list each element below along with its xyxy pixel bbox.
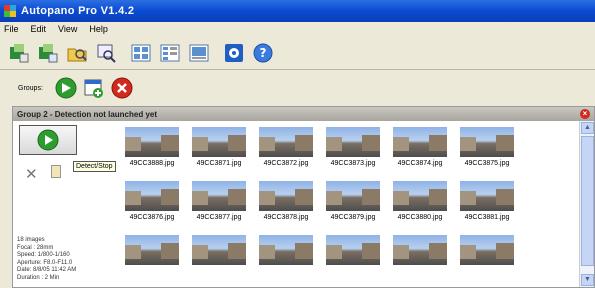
scroll-up-icon[interactable]: ▲ <box>581 122 594 134</box>
thumbnail-item[interactable]: 49CC3880.jpg <box>387 181 453 221</box>
thumbnail-item[interactable] <box>320 235 386 265</box>
info-speed: Speed: 1/800-1/160 <box>17 252 70 258</box>
scroll-thumb[interactable] <box>581 136 594 266</box>
thumbnail-image <box>192 235 246 265</box>
document-icon[interactable] <box>51 165 61 178</box>
thumbnail-item[interactable]: 49CC3872.jpg <box>253 127 319 167</box>
thumbnail-image <box>460 127 514 157</box>
scroll-down-icon[interactable]: ▼ <box>581 274 594 286</box>
open-project-icon[interactable] <box>6 40 32 66</box>
thumbnail-caption: 49CC3888.jpg <box>129 160 175 167</box>
thumbnail-image <box>393 235 447 265</box>
thumbnail-caption: 49CC3880.jpg <box>397 214 443 221</box>
thumbnail-item[interactable]: 49CC3874.jpg <box>387 127 453 167</box>
thumbnail-item[interactable]: 49CC3871.jpg <box>186 127 252 167</box>
thumbnail-item[interactable]: 49CC3879.jpg <box>320 181 386 221</box>
thumbnail-caption: 49CC3877.jpg <box>196 214 242 221</box>
thumbnail-caption: 49CC3876.jpg <box>129 214 175 221</box>
view-icons-icon[interactable] <box>186 40 212 66</box>
info-aperture: Aperture: F8.0-F11.0 <box>17 259 73 266</box>
group-sidebar: ✕ Detect/Stop 18 images Focal : 28mm Spe… <box>13 121 116 287</box>
add-group-button[interactable] <box>83 77 105 99</box>
thumbnail-item[interactable]: 49CC3878.jpg <box>253 181 319 221</box>
thumbnail-image <box>393 181 447 211</box>
thumbnail-item[interactable]: 49CC3875.jpg <box>454 127 520 167</box>
thumbnail-item[interactable] <box>387 235 453 265</box>
thumbnail-caption: 49CC3879.jpg <box>330 214 376 221</box>
menu-help[interactable]: Help <box>89 24 108 34</box>
help-icon[interactable]: ? <box>250 40 276 66</box>
thumbnail-image <box>259 181 313 211</box>
thumbnail-image <box>125 181 179 211</box>
thumbnail-item[interactable] <box>253 235 319 265</box>
settings-icon[interactable] <box>221 40 247 66</box>
thumbnail-image <box>125 127 179 157</box>
thumbnail-item[interactable] <box>186 235 252 265</box>
info-date: Date: 8/8/05 11:42 AM <box>17 267 77 273</box>
vertical-scrollbar[interactable]: ▲ ▼ <box>579 121 594 287</box>
thumbnail-image <box>326 235 380 265</box>
thumbnail-item[interactable]: 49CC3873.jpg <box>320 127 386 167</box>
thumbnail-image <box>259 127 313 157</box>
menu-view[interactable]: View <box>58 24 77 34</box>
thumbnail-item[interactable]: 49CC3877.jpg <box>186 181 252 221</box>
group-panel: Group 2 - Detection not launched yet × ✕… <box>12 106 595 288</box>
thumbnail-caption: 49CC3881.jpg <box>464 214 510 221</box>
group-title: Group 2 - Detection not launched yet <box>17 109 158 119</box>
thumbnail-item[interactable] <box>454 235 520 265</box>
play-icon <box>37 129 59 151</box>
thumbnail-caption: 49CC3875.jpg <box>464 160 510 167</box>
new-project-icon[interactable] <box>35 40 61 66</box>
menu-bar: File Edit View Help <box>0 22 595 36</box>
app-window: Autopano Pro V1.4.2 File Edit View Help <box>0 0 595 288</box>
thumbnail-image <box>192 181 246 211</box>
view-details-icon[interactable] <box>157 40 183 66</box>
info-focal: Focal : 28mm <box>17 244 54 251</box>
menu-edit[interactable]: Edit <box>31 24 47 34</box>
thumbnail-image <box>259 235 313 265</box>
thumbnail-item[interactable]: 49CC3876.jpg <box>119 181 185 221</box>
main-toolbar: ? <box>0 36 595 70</box>
thumbnail-image <box>326 127 380 157</box>
tooltip: Detect/Stop <box>73 161 116 172</box>
thumbnail-image <box>326 181 380 211</box>
title-bar: Autopano Pro V1.4.2 <box>0 0 595 22</box>
thumbnail-image <box>460 235 514 265</box>
view-list-icon[interactable] <box>128 40 154 66</box>
thumbnail-image <box>393 127 447 157</box>
close-group-icon[interactable]: × <box>580 109 590 119</box>
thumbnail-item[interactable]: 49CC3888.jpg <box>119 127 185 167</box>
info-duration: Duration : 2 Min <box>17 274 60 281</box>
app-logo-icon <box>4 5 16 17</box>
groups-bar: Groups: <box>0 72 595 104</box>
tools-icon[interactable]: ✕ <box>25 165 38 183</box>
thumbnail-item[interactable]: 49CC3881.jpg <box>454 181 520 221</box>
group-info: 18 images Focal : 28mm Speed: 1/800-1/16… <box>17 237 76 282</box>
thumbnail-caption: 49CC3871.jpg <box>196 160 242 167</box>
thumbnail-image <box>192 127 246 157</box>
groups-label: Groups: <box>18 84 43 92</box>
group-header: Group 2 - Detection not launched yet × <box>13 107 594 121</box>
thumbnail-item[interactable] <box>119 235 185 265</box>
window-title: Autopano Pro V1.4.2 <box>21 5 135 17</box>
svg-text:?: ? <box>260 46 267 60</box>
thumbnail-grid: 49CC3888.jpg 49CC3871.jpg 49CC3872.jpg 49CC… <box>115 121 579 287</box>
detect-icon[interactable] <box>93 40 119 66</box>
open-images-icon[interactable] <box>64 40 90 66</box>
menu-file[interactable]: File <box>4 24 19 34</box>
thumbnail-image <box>460 181 514 211</box>
info-images: 18 images <box>17 237 45 243</box>
thumbnail-caption: 49CC3878.jpg <box>263 214 309 221</box>
thumbnail-caption: 49CC3873.jpg <box>330 160 376 167</box>
thumbnail-caption: 49CC3872.jpg <box>263 160 309 167</box>
thumbnail-image <box>125 235 179 265</box>
thumbnail-caption: 49CC3874.jpg <box>397 160 443 167</box>
delete-group-button[interactable] <box>111 77 133 99</box>
detect-all-button[interactable] <box>55 77 77 99</box>
detect-stop-button[interactable] <box>19 125 77 155</box>
